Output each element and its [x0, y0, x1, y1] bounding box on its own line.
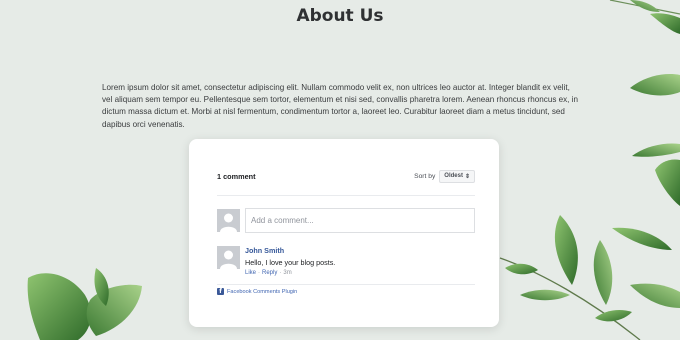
header-divider [217, 195, 475, 196]
leaf-right-mid [630, 74, 680, 206]
facebook-icon: f [217, 288, 224, 295]
reply-link[interactable]: Reply [262, 270, 277, 276]
sort-label: Sort by [414, 172, 436, 180]
footer-divider [217, 284, 475, 285]
action-separator: · [258, 270, 261, 276]
sort-selected-value: Oldest [444, 173, 463, 179]
sort-caret-icon: ⇕ [464, 173, 470, 180]
leaf-bottom-left [27, 268, 142, 340]
facebook-comments-card: 1 comment Sort by Oldest ⇕ Add a comment… [189, 139, 499, 327]
about-paragraph: Lorem ipsum dolor sit amet, consectetur … [102, 83, 578, 129]
action-separator: · [279, 270, 282, 276]
leaf-bottom-right [499, 215, 680, 340]
comment-actions: Like · Reply · 3m [245, 270, 292, 276]
default-avatar-icon [220, 250, 237, 269]
plugin-label: Facebook Comments Plugin [227, 288, 298, 295]
comment-author-name[interactable]: John Smith [245, 246, 284, 255]
comment-count: 1 comment [217, 171, 256, 181]
comments-header: 1 comment Sort by Oldest ⇕ [217, 169, 475, 183]
sort-control: Sort by Oldest ⇕ [414, 169, 475, 183]
like-link[interactable]: Like [245, 270, 256, 276]
comment-author-avatar[interactable] [217, 246, 240, 269]
comment-timestamp[interactable]: 3m [283, 270, 291, 276]
comment-text: Hello, I love your blog posts. [245, 258, 336, 267]
facebook-plugin-link[interactable]: f Facebook Comments Plugin [217, 288, 297, 295]
add-comment-input[interactable]: Add a comment... [245, 208, 475, 233]
page-title: About Us [296, 6, 384, 26]
default-avatar-icon [220, 213, 237, 232]
current-user-avatar [217, 209, 240, 232]
sort-dropdown[interactable]: Oldest ⇕ [439, 169, 475, 183]
